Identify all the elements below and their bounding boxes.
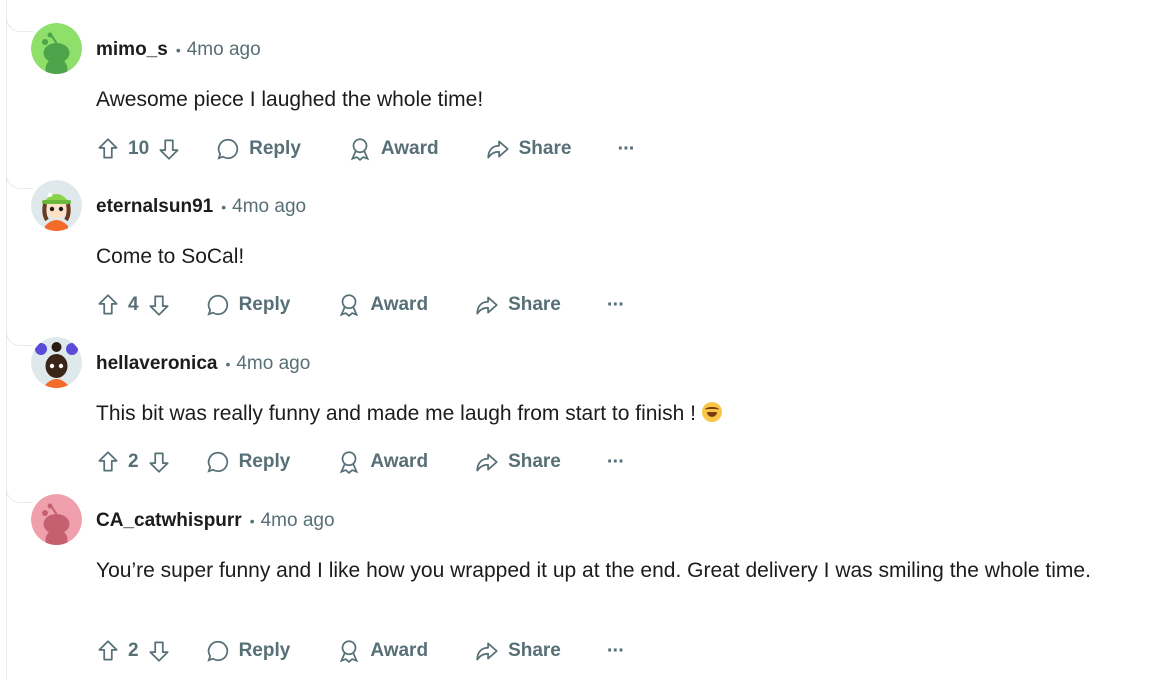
avatar[interactable] (31, 180, 82, 231)
vote-group: 2 (94, 637, 173, 665)
share-label: Share (508, 294, 561, 315)
comment-meta: eternalsun91 • 4mo ago (96, 195, 306, 219)
award-label: Award (370, 451, 429, 472)
comment-actions: 2 Reply Award Share ··· (94, 633, 625, 669)
comment-body-text: This bit was really funny and made me la… (96, 402, 696, 425)
share-button[interactable]: Share (474, 638, 561, 664)
author-name[interactable]: hellaveronica (96, 353, 217, 374)
comment-body: Come to SoCal! (96, 245, 245, 268)
downvote-icon[interactable] (145, 637, 173, 665)
comment-meta: CA_catwhispurr • 4mo ago (96, 509, 335, 533)
avatar[interactable] (31, 337, 82, 388)
snoo-avatar-icon (31, 23, 82, 74)
share-label: Share (508, 640, 561, 661)
comment-body: You’re super funny and I like how you wr… (96, 559, 1091, 582)
author-name[interactable]: mimo_s (96, 39, 168, 60)
thread-connector (6, 482, 33, 503)
thread-connector (6, 11, 33, 32)
separator-dot: • (249, 513, 255, 529)
comment-body: This bit was really funny and made me la… (96, 398, 1146, 430)
share-arrow-icon (476, 642, 498, 661)
avatar[interactable] (31, 23, 82, 74)
reply-label: Reply (238, 294, 291, 315)
reply-button[interactable]: Reply (205, 638, 291, 664)
avatar-green-hat-icon (31, 180, 82, 231)
award-label: Award (370, 294, 429, 315)
author-name[interactable]: eternalsun91 (96, 196, 213, 217)
comment: eternalsun91 • 4mo ago Come to SoCal! 4 Re… (0, 157, 1150, 317)
thread-connector (6, 325, 33, 346)
reply-label: Reply (238, 640, 291, 661)
snoo-avatar-icon (31, 494, 82, 545)
reply-label: Reply (238, 451, 291, 472)
timestamp[interactable]: 4mo ago (187, 39, 261, 60)
award-button[interactable]: Award (336, 638, 428, 664)
timestamp[interactable]: 4mo ago (232, 196, 306, 217)
comment: CA_catwhispurr • 4mo ago You’re super funn… (0, 471, 1150, 680)
comment: mimo_s • 4mo ago Awesome piece I laughed t… (0, 0, 1150, 161)
avatar[interactable] (31, 494, 82, 545)
timestamp[interactable]: 4mo ago (236, 353, 310, 374)
comment-meta: mimo_s • 4mo ago (96, 38, 261, 62)
share-label: Share (508, 451, 561, 472)
comment-meta: hellaveronica • 4mo ago (96, 352, 310, 376)
thread-connector (6, 168, 33, 189)
award-ribbon-icon (340, 640, 359, 663)
comment: hellaveronica • 4mo ago This bit was reall… (0, 314, 1150, 474)
timestamp[interactable]: 4mo ago (261, 510, 335, 531)
vote-score: 2 (128, 451, 139, 472)
separator-dot: • (221, 199, 227, 215)
author-name[interactable]: CA_catwhispurr (96, 510, 242, 531)
comment-body: Awesome piece I laughed the whole time! (96, 88, 484, 111)
avatar-purple-puffs-icon (31, 337, 82, 388)
award-label: Award (370, 640, 429, 661)
upvote-icon[interactable] (94, 637, 122, 665)
more-options-icon[interactable]: ··· (607, 640, 625, 663)
separator-dot: • (225, 356, 231, 372)
comment-bubble-icon (206, 640, 228, 662)
laughing-tears-emoji-icon (701, 402, 722, 422)
separator-dot: • (175, 42, 181, 58)
vote-score: 4 (128, 294, 139, 315)
vote-score: 2 (128, 640, 139, 661)
